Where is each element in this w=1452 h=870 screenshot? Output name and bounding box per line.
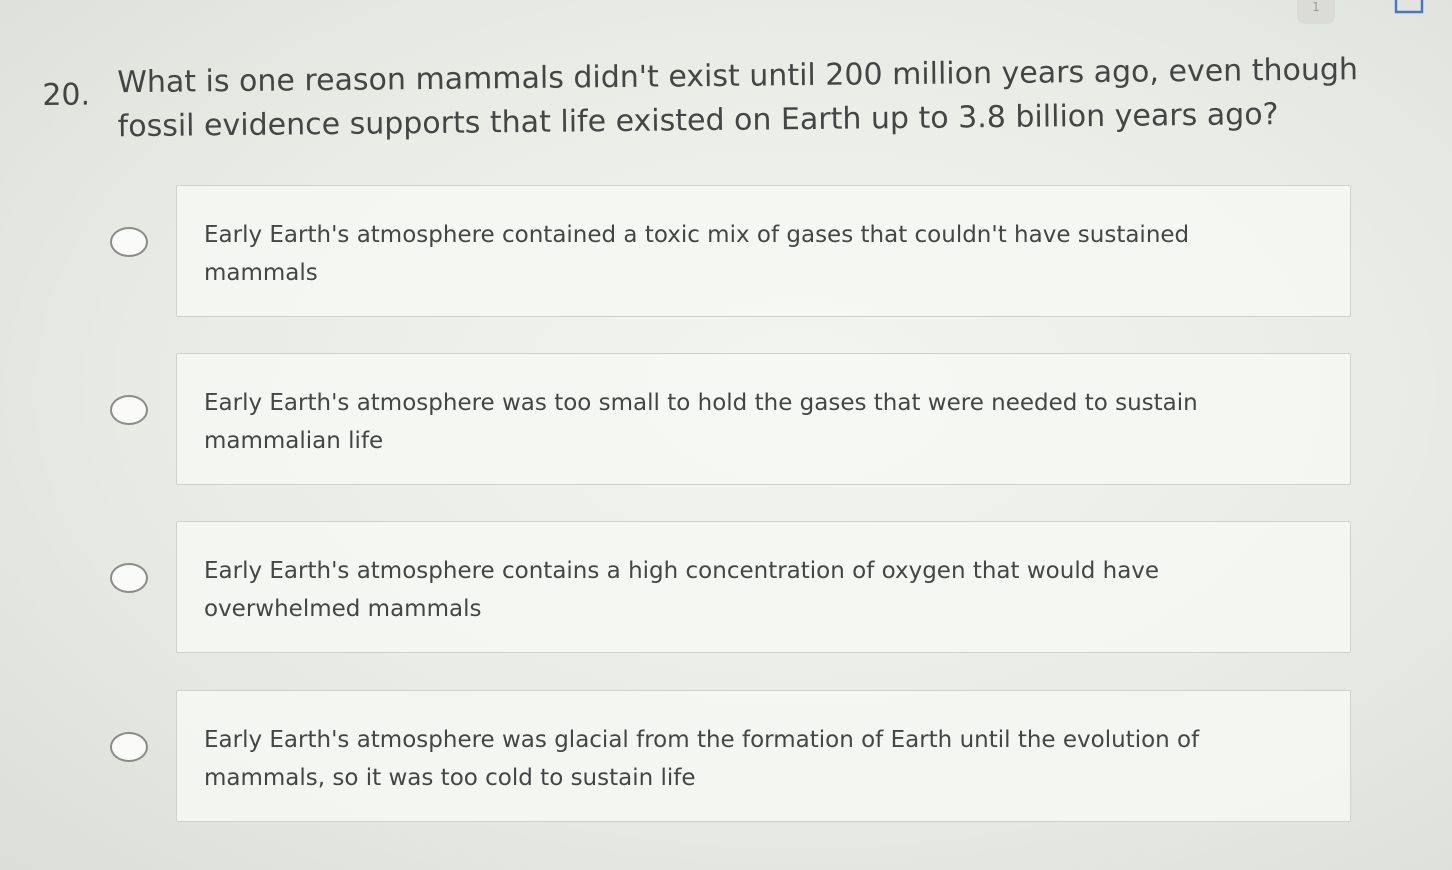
answer-option-2[interactable]: Early Earth's atmosphere was too small t… [110,353,1355,485]
answer-text: Early Earth's atmosphere was glacial fro… [204,727,1200,791]
radio-button[interactable] [110,732,148,762]
answer-box[interactable]: Early Earth's atmosphere contains a high… [176,521,1351,653]
radio-button[interactable] [110,227,148,257]
question-counter: 1 [1297,0,1335,24]
answer-box[interactable]: Early Earth's atmosphere was glacial fro… [176,690,1351,822]
answer-box[interactable]: Early Earth's atmosphere was too small t… [176,353,1351,485]
answer-text: Early Earth's atmosphere contained a tox… [204,222,1190,286]
answer-option-1[interactable]: Early Earth's atmosphere contained a tox… [110,185,1355,317]
answer-option-3[interactable]: Early Earth's atmosphere contains a high… [110,521,1355,653]
question: 20. What is one reason mammals didn't ex… [42,48,1403,150]
question-text: What is one reason mammals didn't exist … [117,52,1359,145]
question-number: 20. [42,77,91,113]
radio-button[interactable] [110,395,148,425]
answer-box[interactable]: Early Earth's atmosphere contained a tox… [176,185,1351,317]
answer-text: Early Earth's atmosphere contains a high… [204,558,1160,622]
answer-option-4[interactable]: Early Earth's atmosphere was glacial fro… [110,690,1355,822]
flag-icon[interactable] [1394,0,1424,16]
answer-text: Early Earth's atmosphere was too small t… [204,390,1198,454]
radio-button[interactable] [110,563,148,593]
